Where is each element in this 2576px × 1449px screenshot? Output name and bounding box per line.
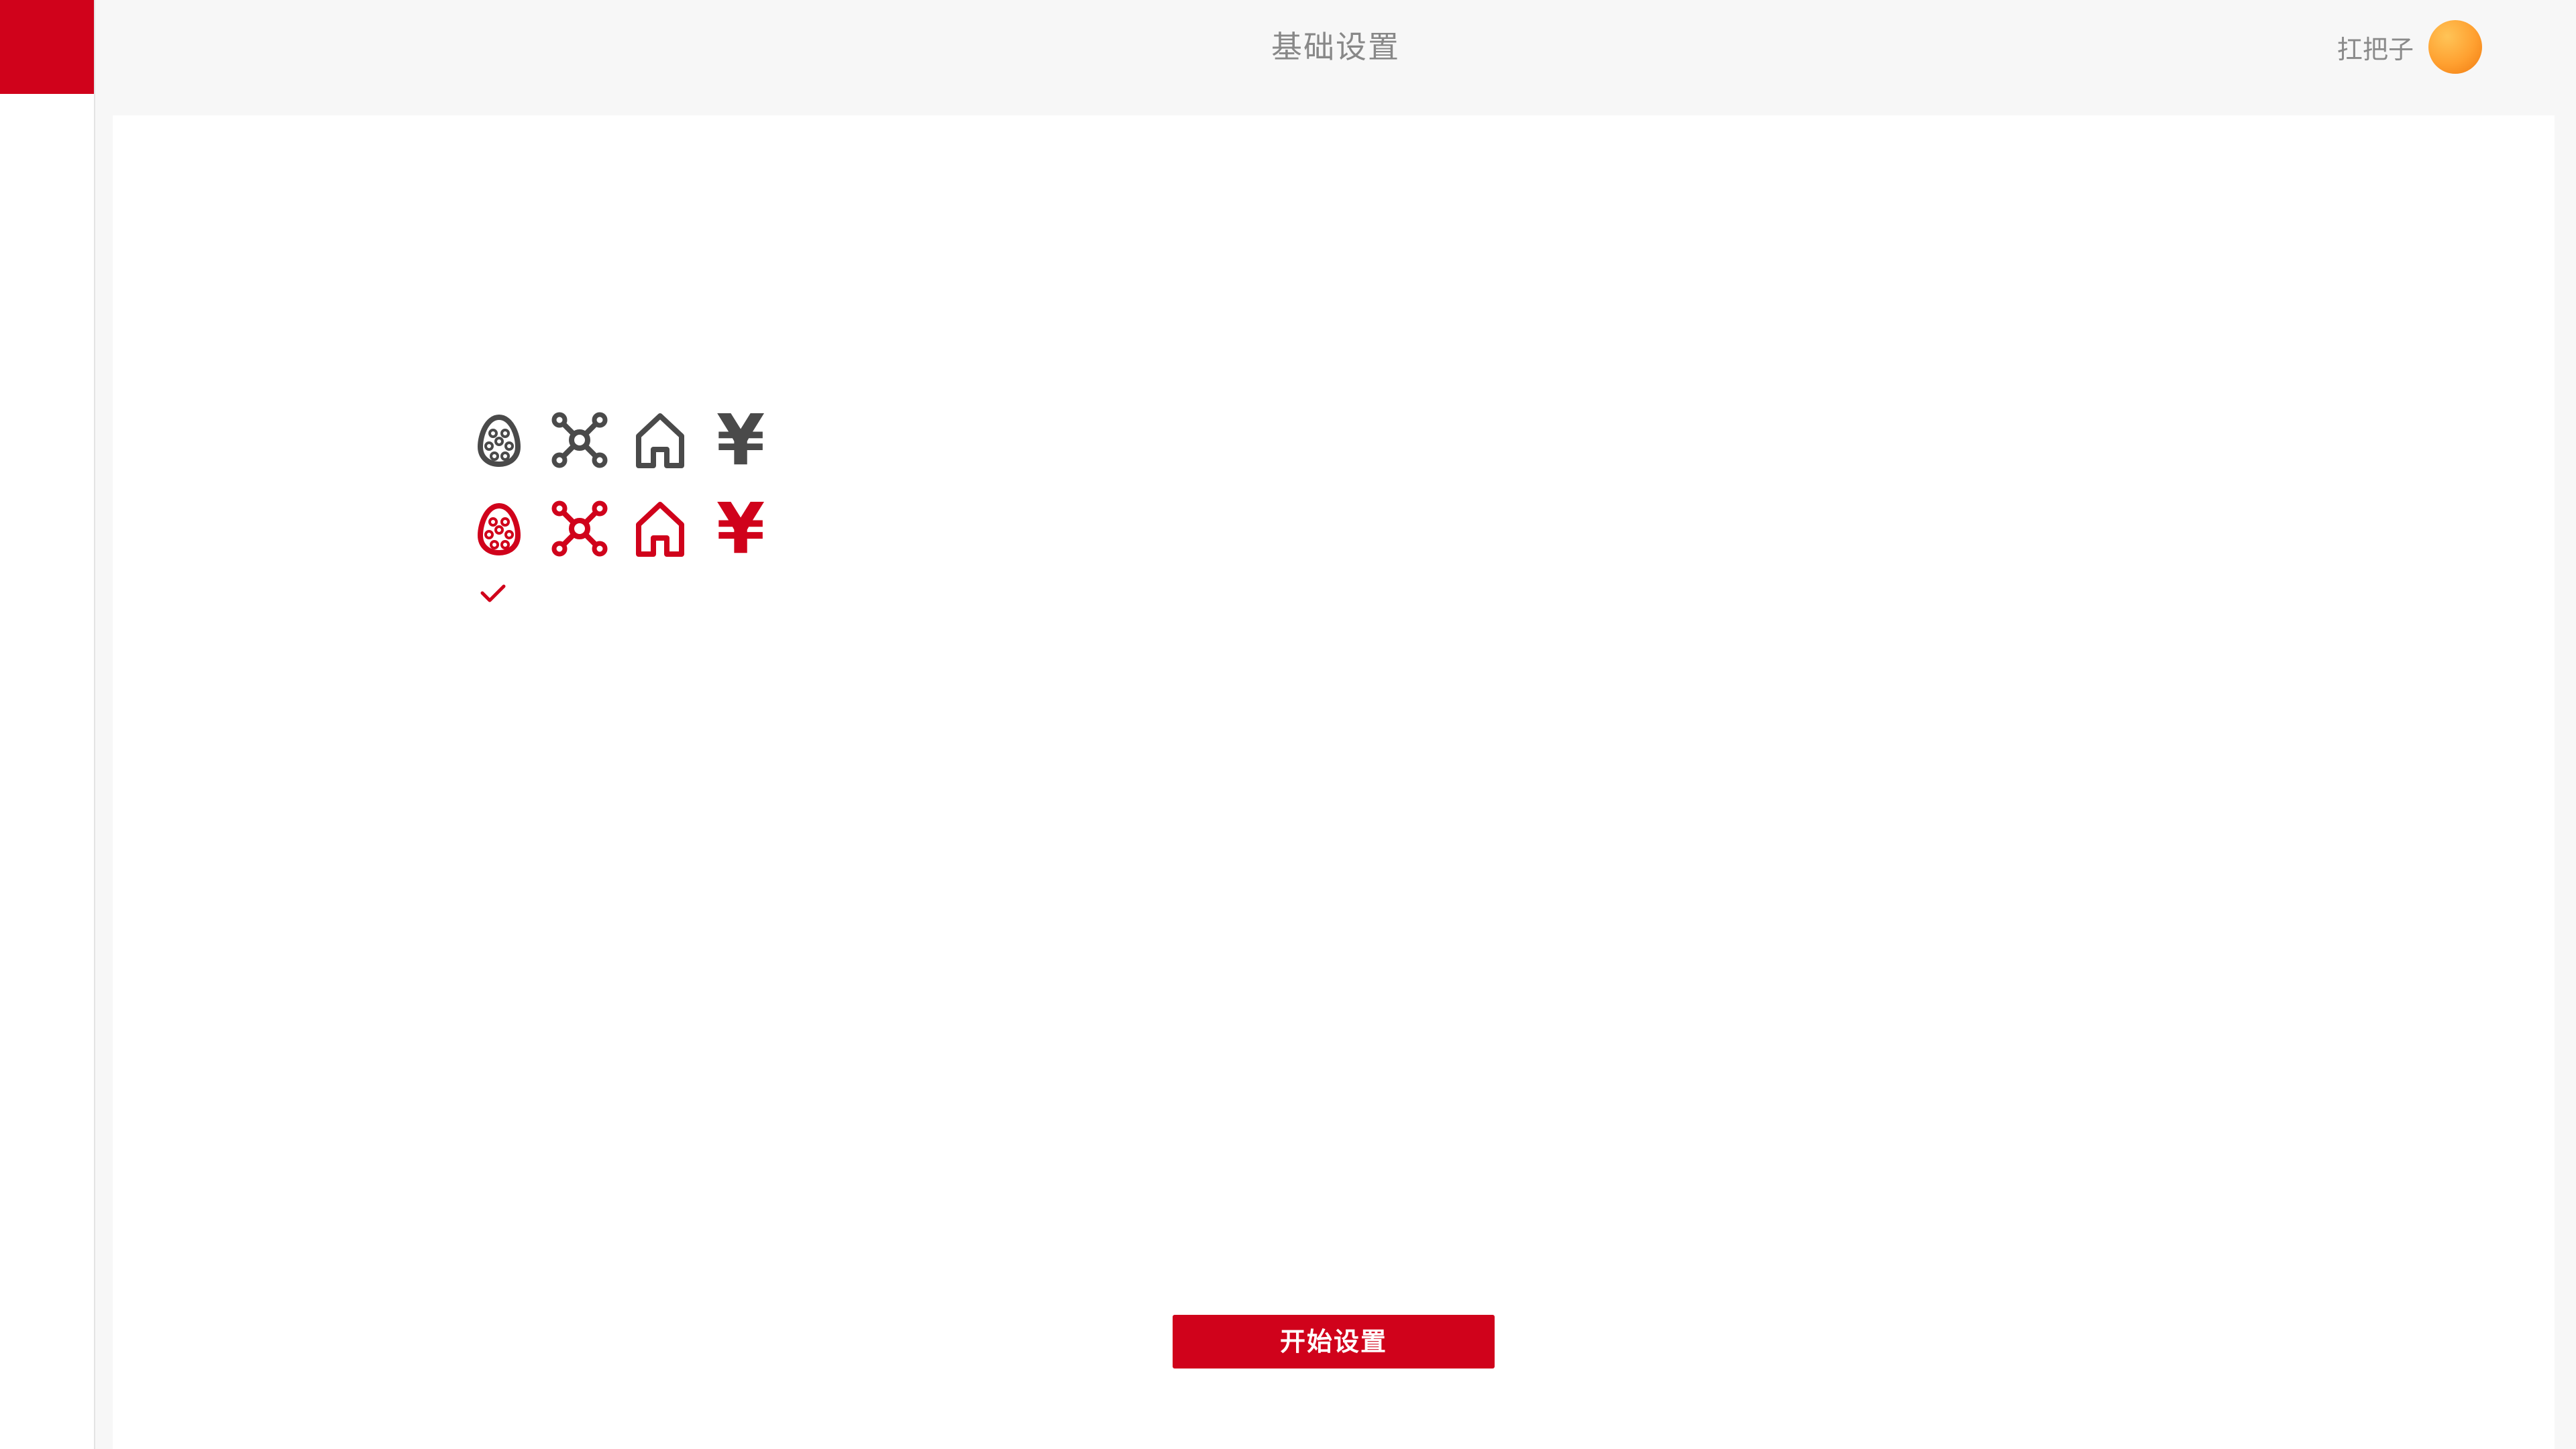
yen-icon[interactable]: ¥ [710, 494, 771, 564]
icon-row-selected: ¥ [468, 494, 790, 564]
yen-icon[interactable]: ¥ [710, 405, 771, 475]
home-icon[interactable] [629, 498, 691, 559]
start-setup-button[interactable]: 开始设置 [1173, 1315, 1495, 1368]
drone-icon[interactable] [549, 498, 610, 559]
egg-icon[interactable] [468, 409, 530, 471]
user-menu[interactable]: 扛把子 [2337, 20, 2482, 74]
home-icon[interactable] [629, 409, 691, 471]
user-name[interactable]: 扛把子 [2337, 29, 2414, 66]
icon-row-default: ¥ [468, 405, 790, 475]
avatar[interactable] [2428, 20, 2482, 74]
header: 基础设置 扛把子 [95, 0, 2576, 114]
egg-icon[interactable] [468, 498, 530, 559]
logo-block[interactable] [0, 0, 94, 94]
check-icon [478, 578, 508, 608]
main-content: ¥ ¥ 开始设置 [113, 115, 2555, 1449]
sidebar [0, 0, 95, 1449]
page-title: 基础设置 [1271, 29, 1400, 65]
drone-icon[interactable] [549, 409, 610, 471]
